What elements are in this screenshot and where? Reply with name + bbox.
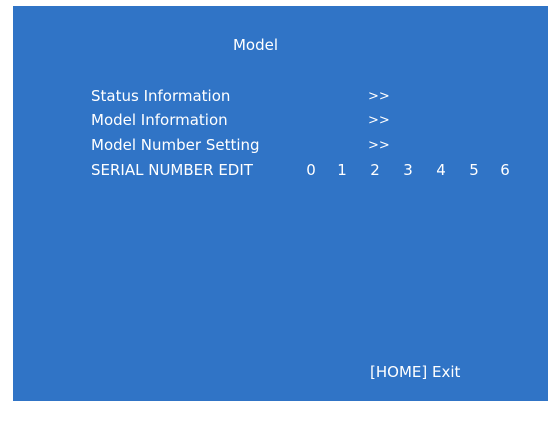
menu-item-model-information[interactable]: Model Information xyxy=(91,111,228,129)
serial-digit-6[interactable]: 6 xyxy=(498,161,512,179)
model-number-setting-arrow[interactable]: >> xyxy=(368,138,390,153)
serial-digit-5[interactable]: 5 xyxy=(467,161,481,179)
serial-digit-2[interactable]: 2 xyxy=(368,161,382,179)
serial-digit-4[interactable]: 4 xyxy=(434,161,448,179)
serial-digit-3[interactable]: 3 xyxy=(401,161,415,179)
menu-title: Model xyxy=(232,36,279,54)
menu-item-status-information[interactable]: Status Information xyxy=(91,87,230,105)
serial-digit-0[interactable]: 0 xyxy=(304,161,318,179)
serial-digit-1[interactable]: 1 xyxy=(335,161,349,179)
home-exit-hint[interactable]: [HOME] Exit xyxy=(370,363,460,381)
menu-item-serial-number-edit[interactable]: SERIAL NUMBER EDIT xyxy=(91,161,253,179)
menu-item-model-number-setting[interactable]: Model Number Setting xyxy=(91,136,260,154)
model-information-arrow[interactable]: >> xyxy=(368,113,390,128)
osd-menu-screen: Model Status Information >> Model Inform… xyxy=(13,6,548,401)
status-information-arrow[interactable]: >> xyxy=(368,89,390,104)
